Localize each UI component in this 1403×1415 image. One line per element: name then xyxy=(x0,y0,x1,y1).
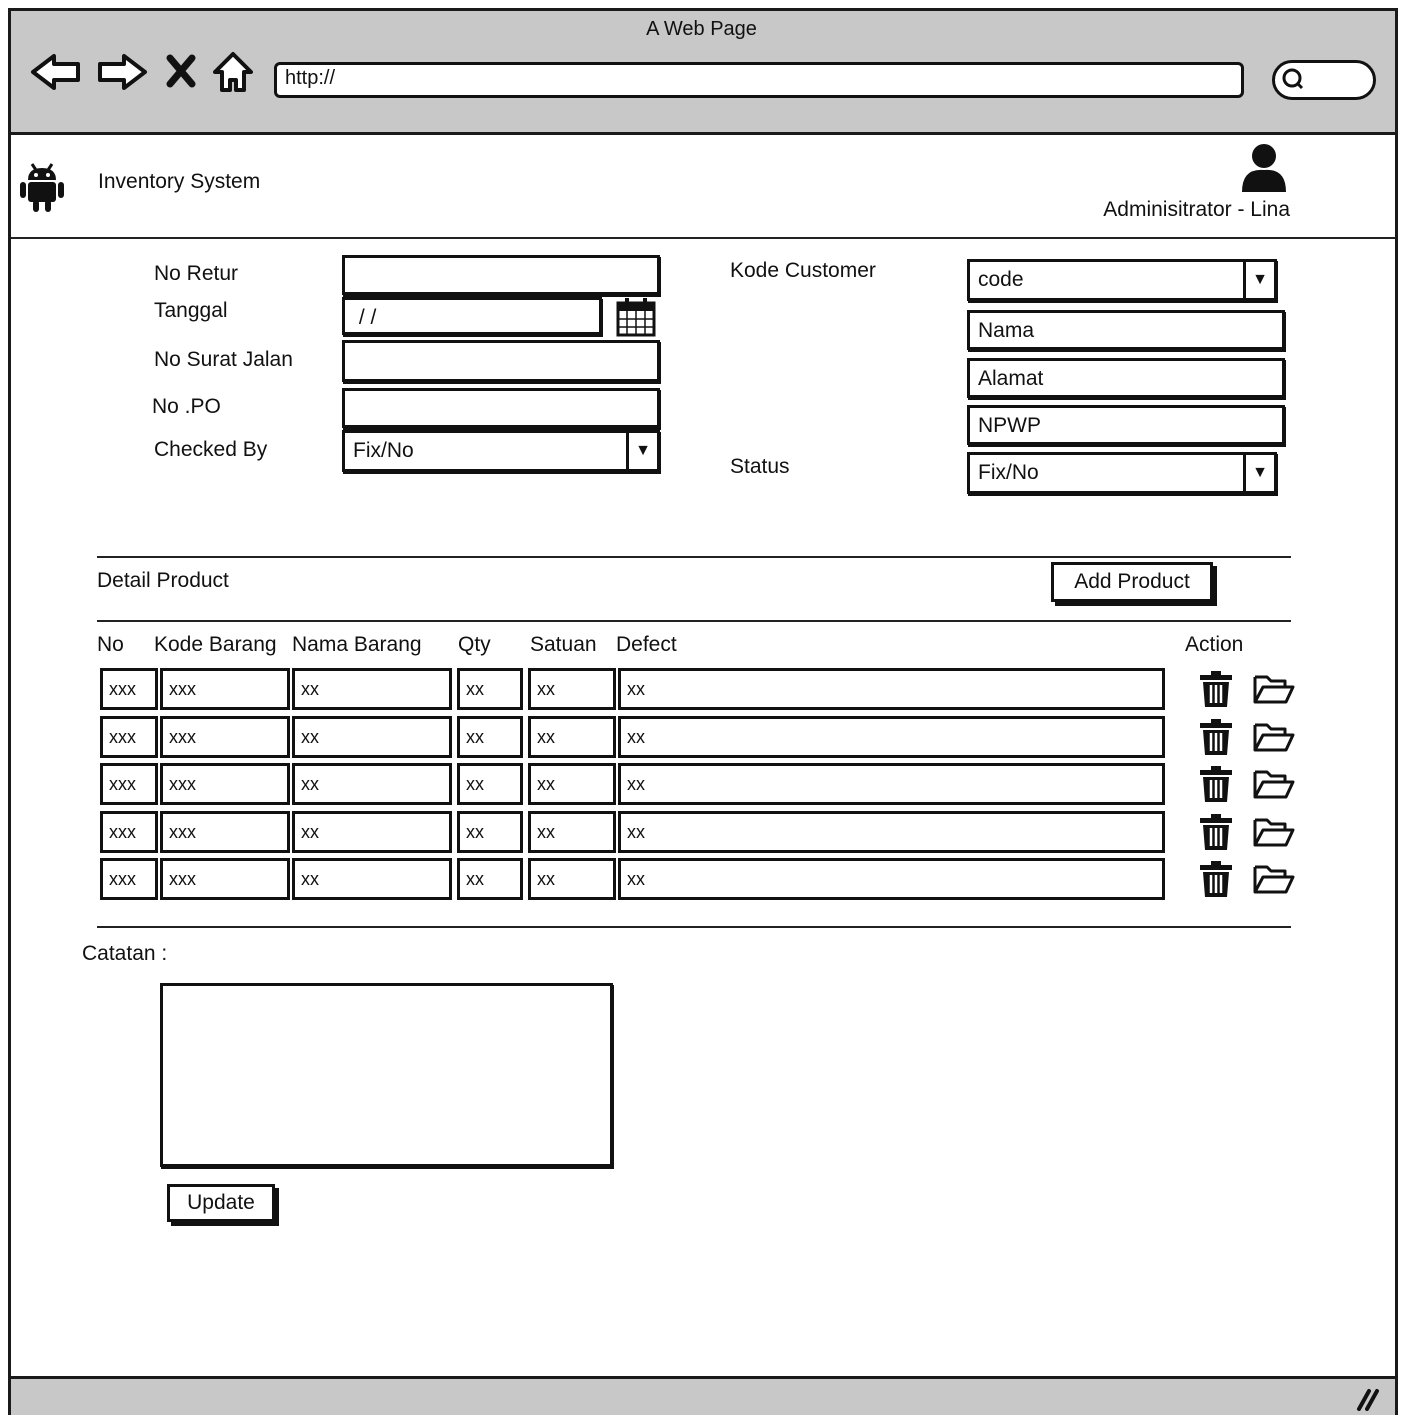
kode-customer-label: Kode Customer xyxy=(730,259,876,282)
catatan-textarea[interactable] xyxy=(160,983,613,1167)
cell-defect[interactable]: xx xyxy=(618,763,1165,805)
cell-nama-barang[interactable]: xx xyxy=(292,810,452,853)
no-surat-jalan-label: No Surat Jalan xyxy=(154,348,293,371)
cell-no[interactable]: xxx xyxy=(100,763,158,805)
column-header-defect: Defect xyxy=(616,633,677,656)
calendar-icon[interactable] xyxy=(616,297,656,337)
status-value: Fix/No xyxy=(978,461,1039,484)
cell-satuan[interactable]: xx xyxy=(528,763,616,805)
folder-icon[interactable] xyxy=(1253,673,1295,705)
cell-qty[interactable]: xx xyxy=(457,668,523,710)
cell-defect[interactable]: xx xyxy=(618,668,1165,710)
cell-satuan[interactable]: xx xyxy=(528,668,616,710)
cell-kode-barang[interactable]: xxx xyxy=(160,858,290,900)
column-header-no: No xyxy=(97,633,124,656)
home-icon[interactable] xyxy=(212,50,254,94)
trash-icon[interactable] xyxy=(1199,766,1233,802)
no-po-input[interactable] xyxy=(342,388,660,428)
chevron-down-icon[interactable]: ▼ xyxy=(1243,455,1274,491)
column-header-kode-barang: Kode Barang xyxy=(154,633,277,656)
folder-icon[interactable] xyxy=(1253,863,1295,895)
user-icon[interactable] xyxy=(1240,142,1288,192)
cell-defect[interactable]: xx xyxy=(618,858,1165,900)
cell-qty[interactable]: xx xyxy=(457,858,523,900)
checked-by-value: Fix/No xyxy=(353,439,414,462)
cell-nama-barang[interactable]: xx xyxy=(292,763,452,805)
cell-no[interactable]: xxx xyxy=(100,858,158,900)
cell-nama-barang[interactable]: xx xyxy=(292,668,452,710)
close-icon[interactable] xyxy=(166,54,196,88)
catatan-label: Catatan : xyxy=(82,942,168,965)
column-header-satuan: Satuan xyxy=(530,633,597,656)
android-icon xyxy=(20,163,64,212)
tanggal-input[interactable]: / / xyxy=(342,297,602,335)
status-label: Status xyxy=(730,455,790,478)
back-arrow-icon[interactable] xyxy=(30,52,82,92)
cell-satuan[interactable]: xx xyxy=(528,810,616,853)
column-header-action: Action xyxy=(1185,633,1244,656)
cell-no[interactable]: xxx xyxy=(100,810,158,853)
alamat-field[interactable]: Alamat xyxy=(967,358,1285,398)
cell-satuan[interactable]: xx xyxy=(528,715,616,758)
cell-nama-barang[interactable]: xx xyxy=(292,858,452,900)
app-title: Inventory System xyxy=(98,170,261,193)
cell-qty[interactable]: xx xyxy=(457,810,523,853)
checked-by-select[interactable]: Fix/No ▼ xyxy=(342,430,660,472)
update-button[interactable]: Update xyxy=(167,1184,275,1222)
resize-grip-icon[interactable] xyxy=(1355,1387,1381,1411)
add-product-button[interactable]: Add Product xyxy=(1051,562,1213,602)
folder-icon[interactable] xyxy=(1253,816,1295,848)
no-po-label: No .PO xyxy=(152,395,221,418)
cell-defect[interactable]: xx xyxy=(618,715,1165,758)
column-header-nama-barang: Nama Barang xyxy=(292,633,422,656)
cell-nama-barang[interactable]: xx xyxy=(292,715,452,758)
column-header-qty: Qty xyxy=(458,633,491,656)
forward-arrow-icon[interactable] xyxy=(96,52,148,92)
kode-customer-value: code xyxy=(978,268,1024,291)
browser-search-field[interactable] xyxy=(1272,60,1376,100)
trash-icon[interactable] xyxy=(1199,861,1233,897)
trash-icon[interactable] xyxy=(1199,813,1233,850)
tanggal-label: Tanggal xyxy=(154,299,228,322)
status-select[interactable]: Fix/No ▼ xyxy=(967,452,1277,494)
cell-no[interactable]: xxx xyxy=(100,668,158,710)
window-title: A Web Page xyxy=(646,18,757,40)
folder-icon[interactable] xyxy=(1253,768,1295,800)
cell-no[interactable]: xxx xyxy=(100,715,158,758)
trash-icon[interactable] xyxy=(1199,718,1233,755)
section-divider xyxy=(97,620,1291,622)
checked-by-label: Checked By xyxy=(154,438,268,461)
section-divider xyxy=(97,926,1291,928)
cell-defect[interactable]: xx xyxy=(618,810,1165,853)
kode-customer-select[interactable]: code ▼ xyxy=(967,259,1277,301)
user-name: Adminisitrator - Lina xyxy=(1103,198,1290,221)
no-retur-input[interactable] xyxy=(342,255,660,295)
chevron-down-icon[interactable]: ▼ xyxy=(1243,262,1274,298)
npwp-field[interactable]: NPWP xyxy=(967,405,1285,445)
browser-statusbar xyxy=(11,1376,1395,1415)
header-divider xyxy=(11,237,1395,239)
search-icon xyxy=(1282,68,1304,90)
no-surat-jalan-input[interactable] xyxy=(342,340,660,382)
cell-kode-barang[interactable]: xxx xyxy=(160,810,290,853)
cell-qty[interactable]: xx xyxy=(457,763,523,805)
chevron-down-icon[interactable]: ▼ xyxy=(626,433,657,469)
trash-icon[interactable] xyxy=(1199,671,1233,707)
section-divider xyxy=(97,556,1291,558)
cell-kode-barang[interactable]: xxx xyxy=(160,668,290,710)
folder-icon[interactable] xyxy=(1253,721,1295,753)
no-retur-label: No Retur xyxy=(154,262,239,285)
nama-field[interactable]: Nama xyxy=(967,310,1285,350)
cell-kode-barang[interactable]: xxx xyxy=(160,715,290,758)
cell-qty[interactable]: xx xyxy=(457,715,523,758)
cell-kode-barang[interactable]: xxx xyxy=(160,763,290,805)
detail-product-title: Detail Product xyxy=(97,569,229,592)
cell-satuan[interactable]: xx xyxy=(528,858,616,900)
address-bar[interactable]: http:// xyxy=(274,62,1244,98)
